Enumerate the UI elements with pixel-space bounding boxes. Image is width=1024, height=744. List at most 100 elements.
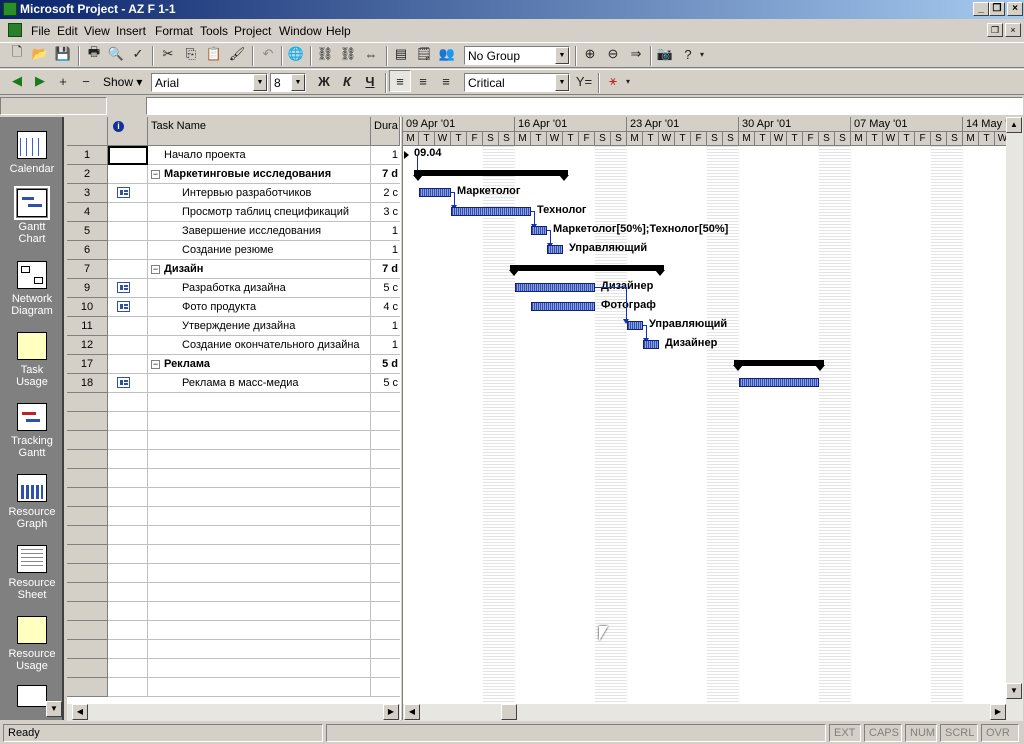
row-duration[interactable]: 1 bbox=[371, 317, 400, 336]
table-row-empty[interactable] bbox=[67, 545, 400, 564]
view-resource-usage[interactable]: Resource Usage bbox=[0, 616, 64, 672]
timescale-day[interactable]: M bbox=[627, 132, 643, 146]
table-row-empty[interactable] bbox=[67, 564, 400, 583]
timescale-week[interactable]: 09 Apr '01 bbox=[403, 117, 515, 132]
row-task-name[interactable]: Просмотр таблиц спецификаций bbox=[148, 203, 371, 222]
menu-tools[interactable]: Tools bbox=[200, 24, 228, 38]
timescale-week[interactable]: 14 May ' bbox=[963, 117, 1006, 132]
row-duration[interactable]: 1 bbox=[371, 222, 400, 241]
align-right-icon[interactable]: ≡ bbox=[435, 70, 457, 92]
timescale-day[interactable]: W bbox=[771, 132, 787, 146]
row-task-name[interactable] bbox=[148, 412, 371, 431]
row-id[interactable] bbox=[67, 659, 108, 678]
summary-bar[interactable] bbox=[413, 170, 569, 181]
font-combo[interactable]: Arial ▼ bbox=[151, 73, 268, 92]
timescale-day[interactable]: M bbox=[515, 132, 531, 146]
timescale-day[interactable]: T bbox=[563, 132, 579, 146]
row-task-name[interactable] bbox=[148, 488, 371, 507]
new-icon[interactable]: 🗋 bbox=[6, 43, 28, 65]
row-task-name[interactable]: Фото продукта bbox=[148, 298, 371, 317]
timescale-day[interactable]: S bbox=[835, 132, 851, 146]
zoom-out-icon[interactable]: ⊖ bbox=[602, 43, 624, 65]
timescale-day[interactable]: W bbox=[995, 132, 1006, 146]
timescale-day[interactable]: F bbox=[803, 132, 819, 146]
notes-icon[interactable] bbox=[117, 377, 130, 388]
row-id[interactable] bbox=[67, 583, 108, 602]
row-task-name[interactable] bbox=[148, 526, 371, 545]
show-dropdown[interactable]: Show ▾ bbox=[103, 75, 142, 89]
row-task-name[interactable]: Завершение исследования bbox=[148, 222, 371, 241]
table-row-empty[interactable] bbox=[67, 450, 400, 469]
scroll-left-button[interactable]: ◀ bbox=[404, 704, 420, 720]
task-name-header[interactable]: Task Name bbox=[148, 117, 371, 146]
row-id[interactable]: 18 bbox=[67, 374, 108, 393]
row-id[interactable] bbox=[67, 564, 108, 583]
view-task-usage[interactable]: Task Usage bbox=[0, 332, 64, 388]
table-row-empty[interactable] bbox=[67, 412, 400, 431]
viewbar-scroll-down[interactable]: ▼ bbox=[46, 701, 62, 717]
timescale-day[interactable]: T bbox=[451, 132, 467, 146]
close-button[interactable]: × bbox=[1007, 2, 1023, 16]
table-row-empty[interactable] bbox=[67, 659, 400, 678]
scroll-left-button[interactable]: ◀ bbox=[72, 704, 88, 720]
table-row-empty[interactable] bbox=[67, 393, 400, 412]
row-duration[interactable]: 4 c bbox=[371, 298, 400, 317]
timescale-day[interactable]: S bbox=[611, 132, 627, 146]
timescale-day[interactable]: T bbox=[643, 132, 659, 146]
outdent-icon[interactable]: ◀ bbox=[6, 70, 28, 92]
timescale-day[interactable]: M bbox=[851, 132, 867, 146]
document-icon[interactable] bbox=[8, 23, 22, 37]
task-bar[interactable] bbox=[531, 302, 595, 311]
table-row-empty[interactable] bbox=[67, 678, 400, 697]
table-row-empty[interactable] bbox=[67, 431, 400, 450]
print-icon[interactable]: 🖶 bbox=[83, 43, 105, 65]
row-task-name[interactable] bbox=[148, 602, 371, 621]
menu-insert[interactable]: Insert bbox=[116, 24, 146, 38]
notes-icon[interactable] bbox=[117, 187, 130, 198]
menu-help[interactable]: Help bbox=[326, 24, 351, 38]
undo-icon[interactable]: ↶ bbox=[257, 43, 279, 65]
milestone-marker[interactable] bbox=[404, 151, 409, 159]
timescale-day[interactable]: T bbox=[531, 132, 547, 146]
table-row[interactable]: 9 Разработка дизайна 5 c bbox=[67, 279, 400, 298]
row-task-name[interactable]: − Реклама bbox=[148, 355, 371, 374]
minimize-button[interactable]: _ bbox=[973, 2, 989, 16]
row-task-name[interactable]: − Дизайн bbox=[148, 260, 371, 279]
row-id[interactable]: 4 bbox=[67, 203, 108, 222]
table-row[interactable]: 5 Завершение исследования 1 bbox=[67, 222, 400, 241]
select-all-corner[interactable] bbox=[67, 117, 108, 146]
table-row-empty[interactable] bbox=[67, 507, 400, 526]
format-painter-icon[interactable]: 🖌 bbox=[226, 43, 248, 65]
table-row-empty[interactable] bbox=[67, 526, 400, 545]
row-id[interactable] bbox=[67, 412, 108, 431]
show-subtasks-icon[interactable]: + bbox=[52, 70, 74, 92]
table-row[interactable]: 1 Начало проекта 1 bbox=[67, 146, 400, 165]
table-row[interactable]: 2 − Маркетинговые исследования 7 d bbox=[67, 165, 400, 184]
chevron-down-icon[interactable]: ▼ bbox=[555, 47, 569, 64]
row-id[interactable] bbox=[67, 450, 108, 469]
hyperlink-globe-icon[interactable]: 🌐 bbox=[285, 43, 307, 65]
notes-icon[interactable] bbox=[117, 301, 130, 312]
timescale-day[interactable]: F bbox=[915, 132, 931, 146]
timescale-day[interactable]: M bbox=[403, 132, 419, 146]
summary-bar[interactable] bbox=[509, 265, 665, 276]
copy-icon[interactable]: ⎘ bbox=[180, 43, 202, 65]
row-task-name[interactable]: Начало проекта bbox=[148, 146, 371, 165]
row-duration[interactable]: 2 c bbox=[371, 184, 400, 203]
timescale-day[interactable]: F bbox=[467, 132, 483, 146]
align-left-icon[interactable]: ≡ bbox=[389, 70, 411, 92]
row-duration[interactable]: 1 bbox=[371, 146, 400, 165]
table-row-empty[interactable] bbox=[67, 621, 400, 640]
timescale-day[interactable]: W bbox=[659, 132, 675, 146]
row-task-name[interactable]: Утверждение дизайна bbox=[148, 317, 371, 336]
row-id[interactable] bbox=[67, 621, 108, 640]
chevron-down-icon[interactable]: ▼ bbox=[555, 74, 569, 91]
timescale-day[interactable]: M bbox=[739, 132, 755, 146]
table-row[interactable]: 10 Фото продукта 4 c bbox=[67, 298, 400, 317]
unlink-tasks-icon[interactable]: ⛓ bbox=[337, 43, 359, 65]
table-row[interactable]: 4 Просмотр таблиц спецификаций 3 c bbox=[67, 203, 400, 222]
row-task-name[interactable] bbox=[148, 431, 371, 450]
timescale-day[interactable]: S bbox=[595, 132, 611, 146]
table-row-empty[interactable] bbox=[67, 640, 400, 659]
open-icon[interactable]: 📂 bbox=[29, 43, 51, 65]
